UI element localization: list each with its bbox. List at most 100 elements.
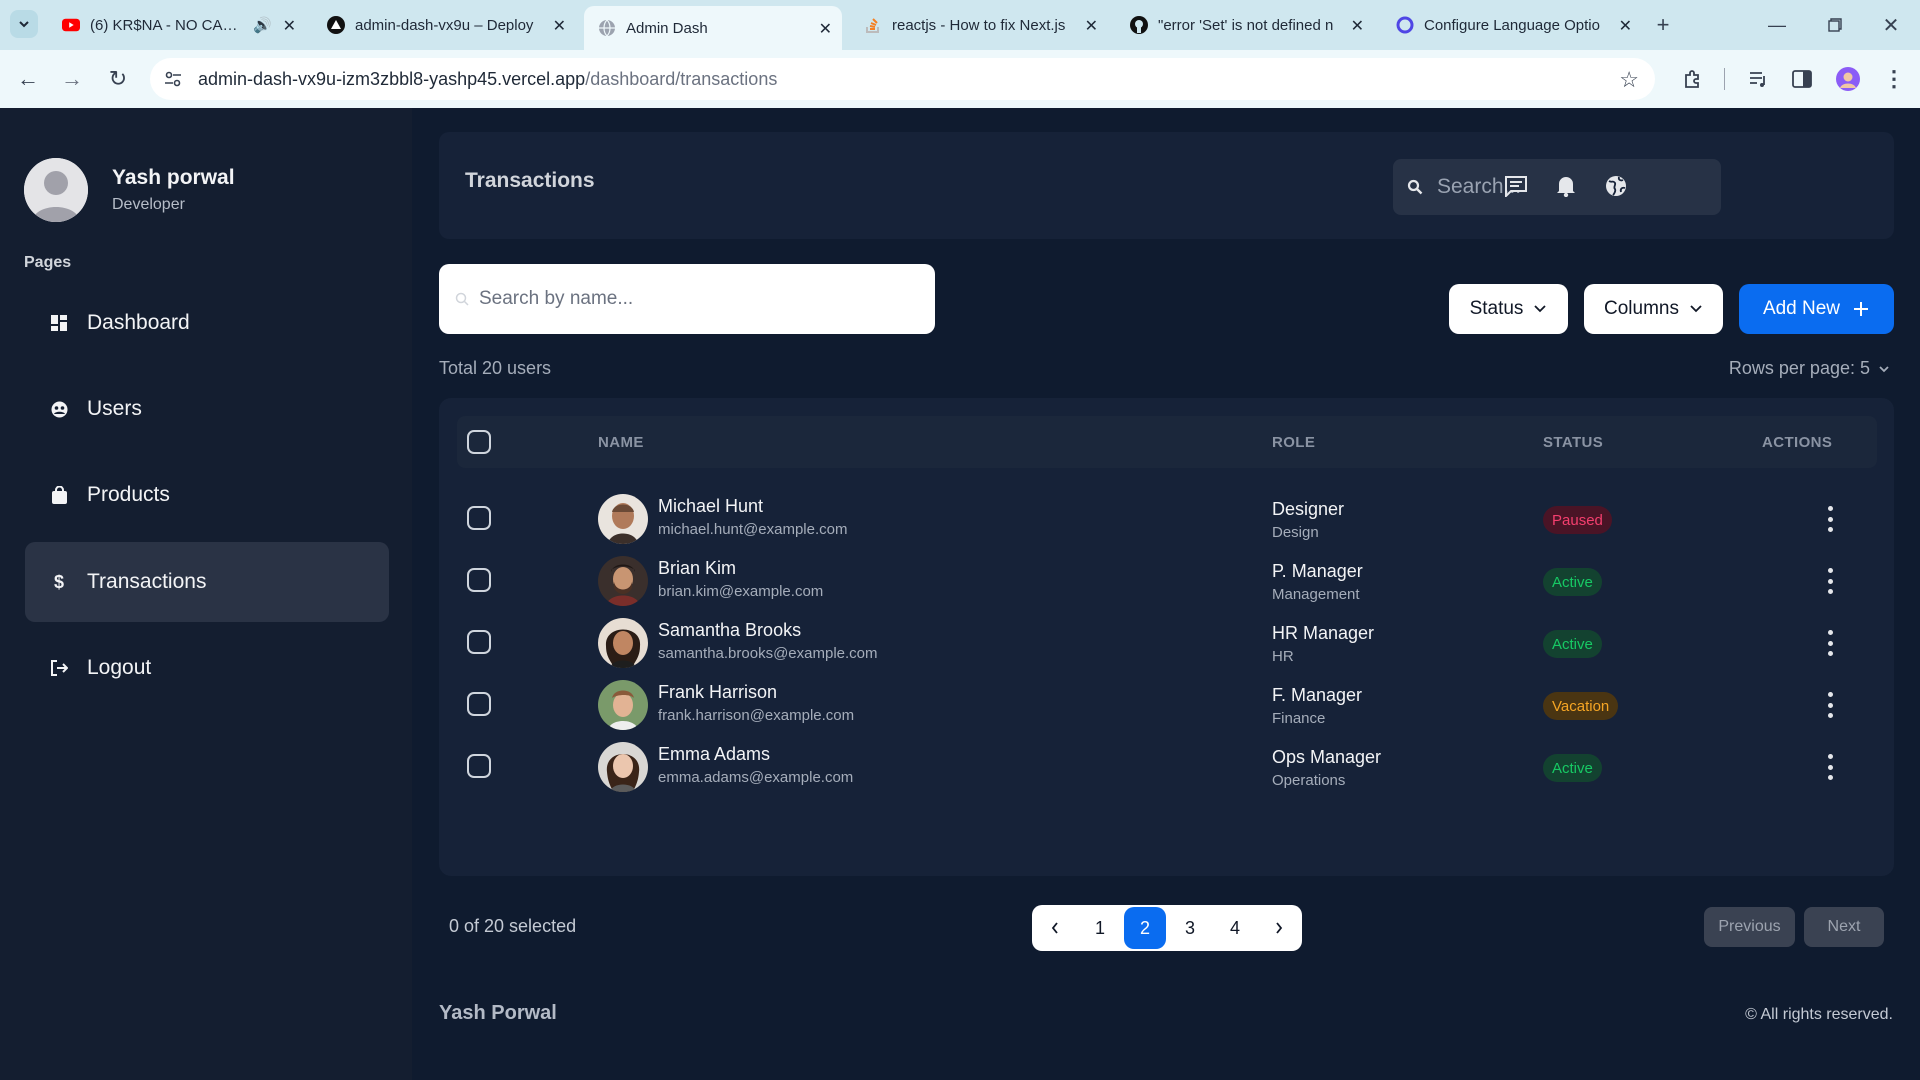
tab-title: Admin Dash bbox=[626, 19, 708, 37]
columns-button[interactable]: Columns bbox=[1584, 284, 1723, 334]
minimize-window-icon[interactable]: — bbox=[1762, 10, 1792, 40]
sidebar-item-label: Dashboard bbox=[87, 311, 190, 334]
previous-button[interactable]: Previous bbox=[1704, 907, 1795, 947]
close-tab-icon[interactable]: ✕ bbox=[819, 19, 832, 39]
row-actions-menu-icon[interactable] bbox=[1826, 506, 1834, 532]
address-bar[interactable]: admin-dash-vx9u-izm3zbbl8-yashp45.vercel… bbox=[150, 58, 1655, 100]
next-button[interactable]: Next bbox=[1804, 907, 1884, 947]
user-email: frank.harrison@example.com bbox=[658, 707, 855, 724]
user-department: Finance bbox=[1272, 710, 1326, 727]
close-tab-icon[interactable]: ✕ bbox=[283, 16, 296, 36]
user-name: Emma Adams bbox=[658, 744, 771, 764]
sidebar-item-label: Logout bbox=[87, 656, 152, 679]
globe-icon[interactable] bbox=[1603, 173, 1629, 199]
url-host: admin-dash-vx9u-izm3zbbl8-yashp45.vercel… bbox=[198, 68, 586, 89]
close-tab-icon[interactable]: ✕ bbox=[553, 16, 566, 36]
extensions-icon[interactable] bbox=[1678, 65, 1706, 93]
page-header: Transactions bbox=[439, 132, 1894, 239]
close-tab-icon[interactable]: ✕ bbox=[1085, 16, 1098, 36]
pagination-prev-arrow[interactable] bbox=[1034, 907, 1076, 949]
page-title: Transactions bbox=[465, 169, 595, 192]
close-window-icon[interactable]: ✕ bbox=[1876, 10, 1906, 40]
browser-tab-github[interactable]: "error 'Set' is not defined n ✕ bbox=[1116, 8, 1374, 42]
name-search-input[interactable] bbox=[479, 288, 919, 310]
user-email: brian.kim@example.com bbox=[658, 583, 824, 600]
side-panel-icon[interactable] bbox=[1788, 65, 1816, 93]
sidebar-item-label: Transactions bbox=[87, 570, 207, 593]
column-header-name[interactable]: NAME bbox=[598, 434, 644, 451]
new-tab-button[interactable]: + bbox=[1650, 12, 1676, 38]
sidebar-item-logout[interactable]: Logout bbox=[25, 628, 389, 708]
browser-tab-stackoverflow[interactable]: reactjs - How to fix Next.js ✕ bbox=[850, 8, 1108, 42]
row-actions-menu-icon[interactable] bbox=[1826, 568, 1834, 594]
forward-arrow-icon[interactable]: → bbox=[58, 65, 86, 93]
chat-icon[interactable] bbox=[1503, 173, 1529, 199]
row-checkbox[interactable] bbox=[467, 506, 491, 530]
row-checkbox[interactable] bbox=[467, 630, 491, 654]
status-filter-button[interactable]: Status bbox=[1449, 284, 1568, 334]
name-search[interactable] bbox=[439, 264, 935, 334]
circle-icon bbox=[1396, 16, 1414, 34]
status-badge: Active bbox=[1543, 568, 1602, 596]
bookmark-star-icon[interactable]: ☆ bbox=[1619, 67, 1639, 93]
sidebar-item-dashboard[interactable]: Dashboard bbox=[25, 283, 389, 363]
row-actions-menu-icon[interactable] bbox=[1826, 754, 1834, 780]
close-tab-icon[interactable]: ✕ bbox=[1351, 16, 1364, 36]
media-control-icon[interactable] bbox=[1744, 65, 1772, 93]
row-checkbox[interactable] bbox=[467, 754, 491, 778]
row-checkbox[interactable] bbox=[467, 692, 491, 716]
status-badge: Active bbox=[1543, 754, 1602, 782]
site-settings-icon[interactable] bbox=[164, 71, 184, 87]
globe-icon bbox=[598, 19, 616, 37]
page-button[interactable]: 1 bbox=[1079, 907, 1121, 949]
page-button-current[interactable]: 2 bbox=[1124, 907, 1166, 949]
section-label: Pages bbox=[24, 254, 72, 271]
speaker-icon[interactable]: 🔊 bbox=[253, 16, 272, 34]
page-button[interactable]: 4 bbox=[1214, 907, 1256, 949]
page-button[interactable]: 3 bbox=[1169, 907, 1211, 949]
sidebar-item-products[interactable]: Products bbox=[25, 455, 389, 535]
user-name: Brian Kim bbox=[658, 558, 737, 578]
user-name: Yash porwal bbox=[112, 166, 235, 189]
restore-window-icon[interactable] bbox=[1820, 10, 1850, 40]
table-row[interactable]: Emma Adams emma.adams@example.com Ops Ma… bbox=[439, 728, 1894, 804]
tab-title: Configure Language Optio bbox=[1424, 16, 1600, 34]
tab-search-button[interactable] bbox=[10, 10, 38, 38]
status-filter-label: Status bbox=[1469, 298, 1524, 319]
rows-per-page-label: Rows per page: 5 bbox=[1728, 358, 1870, 378]
select-all-checkbox[interactable] bbox=[467, 430, 491, 454]
chevron-right-icon bbox=[1276, 922, 1283, 934]
add-new-button[interactable]: Add New bbox=[1739, 284, 1894, 334]
stackoverflow-icon bbox=[864, 16, 882, 34]
user-email: emma.adams@example.com bbox=[658, 769, 854, 786]
back-arrow-icon[interactable]: ← bbox=[14, 65, 42, 93]
rows-per-page-select[interactable]: Rows per page: 5 bbox=[1729, 358, 1890, 379]
browser-tab-admin-dash[interactable]: Admin Dash ✕ bbox=[584, 6, 842, 50]
avatar bbox=[598, 618, 648, 668]
chevron-down-icon bbox=[19, 21, 29, 28]
user-avatar[interactable] bbox=[24, 158, 88, 222]
sidebar-item-users[interactable]: Users bbox=[25, 369, 389, 449]
profile-avatar[interactable] bbox=[1834, 65, 1862, 93]
browser-tab-configure-language[interactable]: Configure Language Optio ✕ bbox=[1382, 8, 1642, 42]
row-checkbox[interactable] bbox=[467, 568, 491, 592]
close-tab-icon[interactable]: ✕ bbox=[1619, 16, 1632, 36]
row-actions-menu-icon[interactable] bbox=[1826, 692, 1834, 718]
toolbar-divider bbox=[1724, 68, 1725, 90]
reload-icon[interactable]: ↻ bbox=[104, 65, 132, 93]
users-icon bbox=[49, 399, 69, 419]
sidebar-item-transactions[interactable]: $ Transactions bbox=[25, 542, 389, 622]
status-badge: Active bbox=[1543, 630, 1602, 658]
browser-tab-vercel[interactable]: admin-dash-vx9u – Deploy ✕ bbox=[313, 8, 576, 42]
browser-menu-icon[interactable]: ⋮ bbox=[1880, 65, 1908, 93]
user-role: HR Manager bbox=[1272, 623, 1375, 643]
browser-tab-youtube[interactable]: (6) KR$NA - NO CAP (O 🔊 ✕ bbox=[48, 8, 306, 42]
tab-title: "error 'Set' is not defined n bbox=[1158, 16, 1334, 34]
pagination-next-arrow[interactable] bbox=[1258, 907, 1300, 949]
bell-icon[interactable] bbox=[1553, 173, 1579, 199]
chevron-down-icon bbox=[1534, 305, 1547, 313]
column-header-status[interactable]: STATUS bbox=[1543, 434, 1603, 451]
column-header-role[interactable]: ROLE bbox=[1272, 434, 1315, 451]
browser-tab-strip: (6) KR$NA - NO CAP (O 🔊 ✕ admin-dash-vx9… bbox=[0, 0, 1920, 50]
row-actions-menu-icon[interactable] bbox=[1826, 630, 1834, 656]
